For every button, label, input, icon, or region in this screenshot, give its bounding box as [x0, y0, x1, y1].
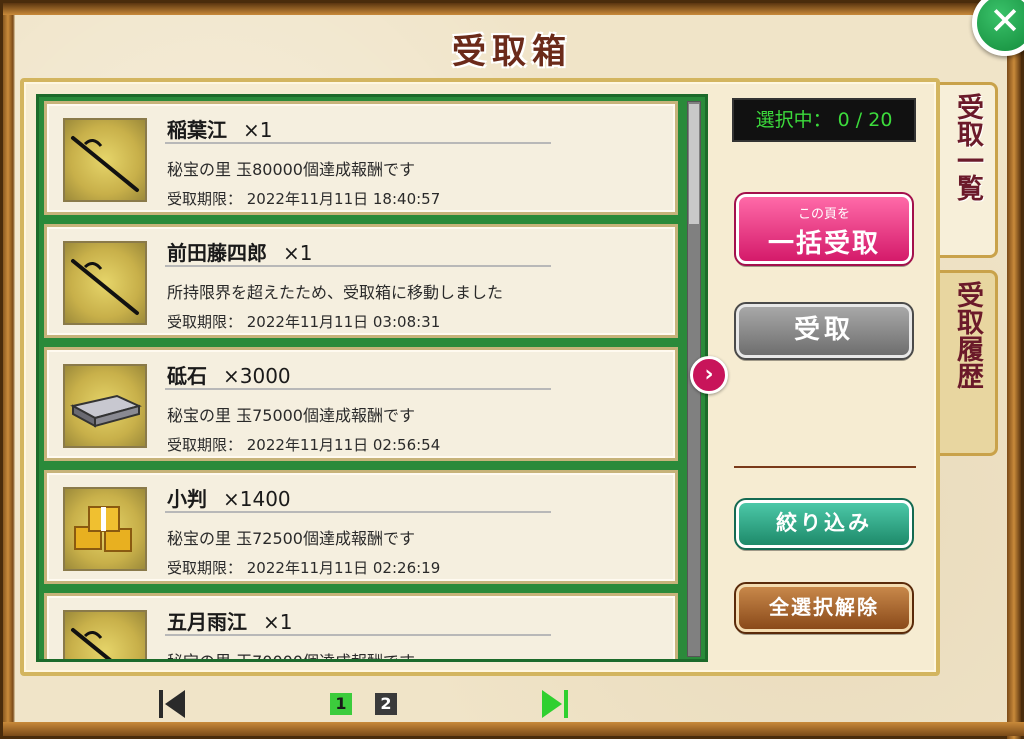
last-page-button[interactable] — [540, 688, 570, 720]
scrollbar-thumb[interactable] — [689, 104, 699, 224]
item-quantity: ×1400 — [223, 487, 291, 511]
receive-button[interactable]: 受取 — [734, 302, 914, 360]
item-expiry: 受取期限： 2022年11月11日 03:08:31 — [167, 313, 441, 331]
item-divider — [165, 265, 551, 267]
page-1-button[interactable]: 1 — [330, 693, 352, 715]
sword-icon — [63, 610, 147, 659]
tab-receive-list[interactable]: 受取一覧 — [940, 82, 998, 258]
item-name: 小判 — [167, 487, 207, 511]
tab-label: 受取履歴 — [952, 281, 983, 389]
clear-selection-button[interactable]: 全選択解除 — [734, 582, 914, 634]
skip-last-icon — [542, 690, 568, 718]
item-description: 秘宝の里 玉80000個達成報酬です — [167, 160, 415, 179]
item-list[interactable]: 稲葉江 ×1 秘宝の里 玉80000個達成報酬です 受取期限： 2022年11月1… — [36, 94, 708, 662]
selection-counter: 選択中： 0 / 20 — [732, 98, 916, 142]
counter-label: 選択中： — [755, 109, 832, 131]
list-item[interactable]: 小判 ×1400 秘宝の里 玉72500個達成報酬です 受取期限： 2022年11… — [44, 470, 678, 584]
expand-arrow-button[interactable]: › — [690, 356, 728, 394]
item-divider — [165, 511, 551, 513]
counter-value: 0 / 20 — [837, 109, 893, 131]
item-description: 所持限界を超えたため、受取箱に移動しました — [167, 283, 504, 302]
tab-receive-history[interactable]: 受取履歴 — [940, 270, 998, 456]
item-description: 秘宝の里 玉75000個達成報酬です — [167, 406, 415, 425]
chevron-right-icon: › — [704, 362, 714, 387]
right-divider — [734, 466, 916, 468]
item-quantity: ×1 — [243, 118, 273, 142]
item-name: 前田藤四郎 — [167, 241, 267, 265]
item-quantity: ×3000 — [223, 364, 291, 388]
window-title: 受取箱 — [452, 32, 572, 72]
item-name: 五月雨江 — [167, 610, 247, 634]
bulk-receive-sublabel: この頁を — [797, 207, 850, 222]
item-expiry: 受取期限： 2022年11月11日 18:40:57 — [167, 190, 441, 208]
item-divider — [165, 388, 551, 390]
tab-label: 受取一覧 — [952, 93, 983, 201]
close-icon: ✕ — [989, 0, 1021, 43]
item-expiry: 受取期限： 2022年11月11日 02:56:54 — [167, 436, 441, 454]
filter-button[interactable]: 絞り込み — [734, 498, 914, 550]
item-divider — [165, 634, 551, 636]
list-item[interactable]: 稲葉江 ×1 秘宝の里 玉80000個達成報酬です 受取期限： 2022年11月1… — [44, 101, 678, 215]
item-description: 秘宝の里 玉72500個達成報酬です — [167, 529, 415, 548]
frame-bottom-border — [3, 722, 1024, 736]
list-item[interactable]: 砥石 ×3000 秘宝の里 玉75000個達成報酬です 受取期限： 2022年11… — [44, 347, 678, 461]
koban-icon — [63, 487, 147, 571]
item-divider — [165, 142, 551, 144]
bulk-receive-button[interactable]: この頁を 一括受取 — [734, 192, 914, 266]
skip-first-icon — [159, 690, 185, 718]
page-2-button[interactable]: 2 — [375, 693, 397, 715]
sword-icon — [63, 241, 147, 325]
sword-icon — [63, 118, 147, 202]
item-expiry: 受取期限： 2022年11月11日 02:26:19 — [167, 559, 441, 577]
item-name: 砥石 — [167, 364, 207, 388]
first-page-button[interactable] — [157, 688, 187, 720]
frame-top-border — [3, 3, 1024, 15]
item-name: 稲葉江 — [167, 118, 227, 142]
list-item[interactable]: 前田藤四郎 ×1 所持限界を超えたため、受取箱に移動しました 受取期限： 2022… — [44, 224, 678, 338]
list-item[interactable]: 五月雨江 ×1 秘宝の里 玉70000個達成報酬です — [44, 593, 678, 662]
item-description: 秘宝の里 玉70000個達成報酬です — [167, 652, 415, 662]
item-quantity: ×1 — [263, 610, 293, 634]
whetstone-icon — [63, 364, 147, 448]
frame-right-border — [1007, 3, 1021, 739]
item-quantity: ×1 — [283, 241, 313, 265]
bulk-receive-label: 一括受取 — [767, 229, 880, 259]
